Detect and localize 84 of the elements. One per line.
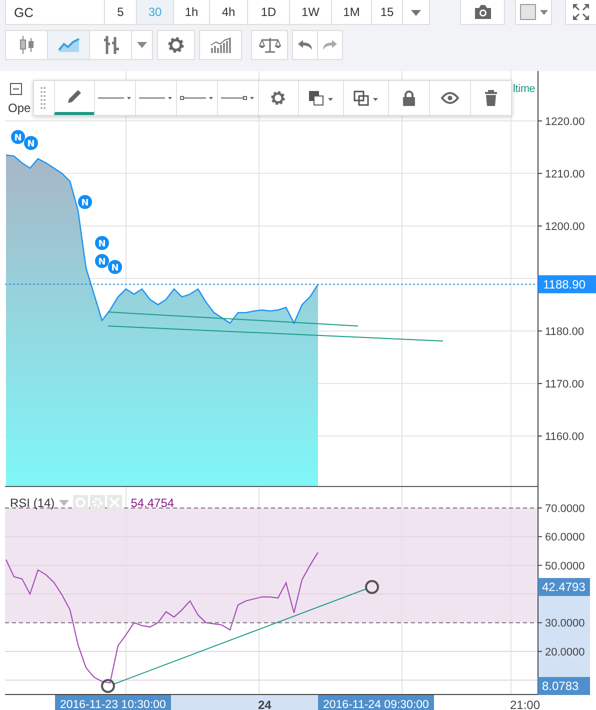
axis-label: 1210.00 <box>545 168 585 180</box>
axis-label: 24 <box>258 698 272 710</box>
send-backward-button[interactable] <box>343 81 388 115</box>
line-style-icon <box>138 94 173 102</box>
line-style-icon <box>220 94 255 102</box>
drag-handle-icon[interactable] <box>40 86 46 110</box>
trend-line[interactable] <box>114 588 366 684</box>
line-style-dropdown[interactable] <box>94 81 135 115</box>
fullscreen-button[interactable] <box>565 0 596 25</box>
axis-label: 1170.00 <box>545 378 584 391</box>
axis-label: 1200.00 <box>545 220 585 233</box>
axis-label: 21:00 <box>510 698 540 710</box>
settings-button[interactable] <box>157 30 195 60</box>
trend-line[interactable] <box>108 326 444 342</box>
legend-text: ltime <box>513 83 536 95</box>
axis-label: 70.0000 <box>545 502 585 515</box>
collapse-icon[interactable] <box>10 83 22 95</box>
timeframe-button[interactable]: 1M <box>332 0 372 25</box>
pencil-icon <box>65 88 84 106</box>
line-style-dropdown[interactable] <box>134 81 176 115</box>
handle[interactable] <box>101 679 115 693</box>
lock-button[interactable] <box>388 81 430 115</box>
chart-type-button[interactable] <box>47 30 90 60</box>
chart-type-dropdown[interactable] <box>131 30 153 60</box>
lock-icon <box>402 90 416 106</box>
axis-label: 60.0000 <box>545 532 585 544</box>
timeframe-button[interactable]: 5 <box>105 0 137 25</box>
legend-text: Ope <box>8 101 31 115</box>
timeframe-button[interactable]: 1h <box>174 0 210 25</box>
chart-type-button[interactable] <box>5 30 48 60</box>
candlestick-icon <box>18 35 34 55</box>
timeframe-button[interactable]: 15 <box>372 0 403 25</box>
layers-icon <box>308 90 334 106</box>
chart-type-button[interactable] <box>89 30 132 60</box>
bring-forward-button[interactable] <box>298 81 344 115</box>
axis-label: 20.0000 <box>545 646 585 658</box>
axis-label: 1220.00 <box>545 116 585 128</box>
trash-icon <box>484 90 498 106</box>
pencil-tool[interactable] <box>54 81 94 115</box>
timeframe-button[interactable]: 1D <box>248 0 290 25</box>
time-label: 2016-11-24 09:30:00 <box>318 695 434 710</box>
undo-icon <box>297 39 313 51</box>
layers-icon <box>353 90 380 106</box>
indicators-button[interactable] <box>199 30 242 60</box>
line-style-dropdown[interactable] <box>176 81 217 115</box>
last-price-label: 1188.90 <box>538 275 596 294</box>
eye-icon <box>441 92 460 104</box>
caret-icon <box>411 10 421 16</box>
line-style-dropdown[interactable] <box>216 81 258 115</box>
indicators-icon <box>210 37 232 53</box>
caret-icon <box>540 10 548 14</box>
redo-icon <box>322 39 338 51</box>
camera-button[interactable] <box>460 0 505 25</box>
line-style-icon <box>98 94 132 102</box>
symbol-field[interactable]: GC <box>5 0 105 25</box>
caret-icon <box>137 42 147 48</box>
timeframe-button[interactable]: 4h <box>210 0 248 25</box>
handle[interactable] <box>365 580 379 594</box>
trend-line[interactable] <box>108 312 358 326</box>
time-label: 2016-11-23 10:30:00 <box>55 695 171 710</box>
area-chart-icon <box>58 38 80 52</box>
camera-icon <box>472 4 492 20</box>
settings-icon <box>167 36 185 54</box>
visibility-button[interactable] <box>429 81 470 115</box>
scales-icon <box>258 37 280 53</box>
bar-chart-icon <box>102 35 120 55</box>
settings-button[interactable] <box>258 81 298 115</box>
timeframe-button[interactable]: 1W <box>290 0 332 25</box>
value-label: 8.0783 <box>538 677 590 695</box>
undo-button[interactable] <box>292 30 318 60</box>
delete-button[interactable] <box>470 81 511 115</box>
indicator-title[interactable]: RSI (14) <box>10 496 55 510</box>
color-picker-button[interactable] <box>515 0 552 25</box>
line-style-icon <box>180 94 214 102</box>
axis-label: 1180.00 <box>545 326 584 338</box>
timeframe-dropdown[interactable] <box>403 0 430 25</box>
axis-label: 30.0000 <box>545 618 585 630</box>
compare-button[interactable] <box>251 30 288 60</box>
value-label: 42.4793 <box>538 578 590 596</box>
settings-icon <box>270 90 286 106</box>
indicator-value: 54.4754 <box>130 496 174 510</box>
axis-label: 50.0000 <box>545 560 585 572</box>
axis-label: 1160.00 <box>545 431 584 444</box>
fullscreen-icon <box>572 3 590 21</box>
